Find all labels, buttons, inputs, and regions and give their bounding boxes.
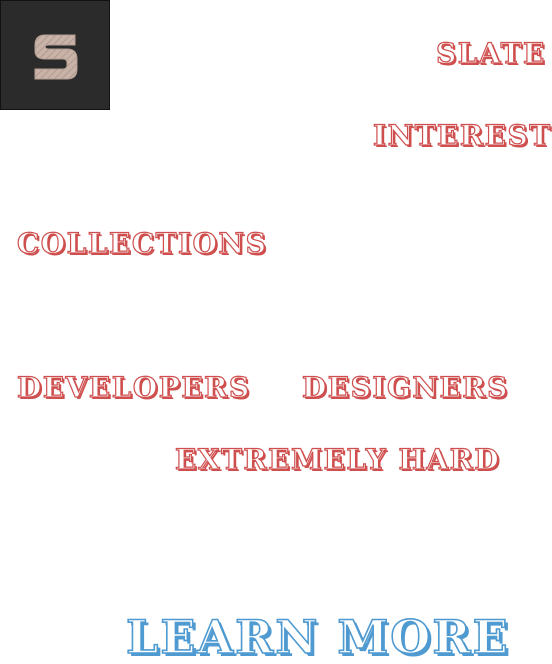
word-collections: COLLECTIONS bbox=[16, 227, 268, 260]
word-slate: SLATE bbox=[435, 37, 546, 70]
word-extremely-hard: EXTREMELY HARD bbox=[174, 443, 501, 476]
word-developers: DEVELOPERS bbox=[16, 371, 251, 404]
learn-more-link[interactable]: LEARN MORE bbox=[125, 613, 510, 661]
slate-logo-icon bbox=[34, 34, 78, 80]
slate-logo[interactable] bbox=[0, 0, 110, 110]
word-designers: DESIGNERS bbox=[301, 371, 509, 404]
word-interests: INTERESTS bbox=[372, 119, 552, 152]
